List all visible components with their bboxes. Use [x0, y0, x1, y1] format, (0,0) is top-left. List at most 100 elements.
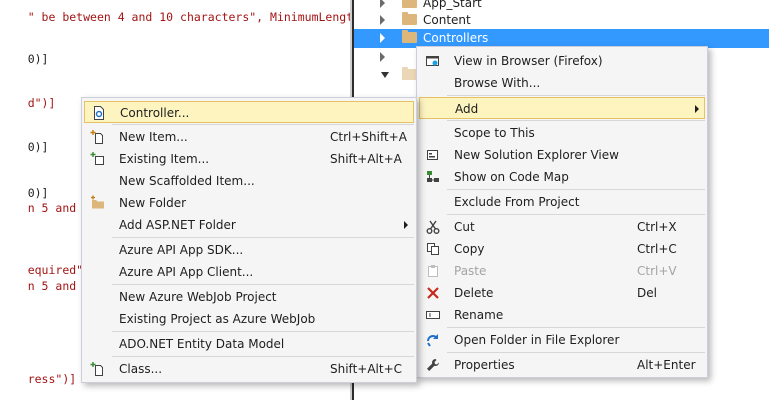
- menu-item-shortcut: Alt+Enter: [637, 358, 696, 372]
- code-string: d")]: [27, 96, 56, 110]
- menu-item-existing-item[interactable]: Existing Item... Shift+Alt+A: [84, 148, 414, 170]
- menu-item-label: Azure API App SDK...: [119, 243, 244, 257]
- class-icon: [90, 361, 106, 377]
- menu-item-show-on-code-map[interactable]: Show on Code Map: [419, 166, 705, 188]
- menu-separator: [112, 124, 414, 125]
- menu-item-label: Azure API App Client...: [119, 265, 254, 279]
- menu-item-azure-api-app-client[interactable]: Azure API App Client...: [84, 261, 414, 283]
- paste-icon: [425, 263, 441, 279]
- menu-item-delete[interactable]: Delete Del: [419, 282, 705, 304]
- menu-item-label: Existing Project as Azure WebJob: [119, 312, 316, 326]
- folder-icon: [402, 0, 417, 8]
- menu-item-browse-with[interactable]: Browse With...: [419, 72, 705, 94]
- menu-item-add[interactable]: Add: [419, 97, 705, 119]
- folder-icon: [402, 12, 417, 25]
- menu-item-label: Copy: [454, 242, 485, 256]
- code-line: 0)]: [0, 38, 49, 80]
- menu-item-view-in-browser[interactable]: View in Browser (Firefox): [419, 50, 705, 72]
- menu-item-label: Scope to This: [454, 126, 535, 140]
- menu-item-label: Cut: [454, 220, 475, 234]
- scissors-icon: [425, 219, 441, 235]
- code-text: 0)]: [27, 140, 49, 154]
- expand-arrow-icon[interactable]: [380, 15, 385, 25]
- menu-item-label: New Item...: [119, 130, 188, 144]
- delete-icon: [425, 285, 441, 301]
- folder-icon: [402, 67, 417, 80]
- menu-item-label: Add: [455, 102, 479, 116]
- menu-item-label: View in Browser (Firefox): [454, 54, 603, 68]
- wrench-icon: [425, 357, 441, 373]
- submenu-arrow-icon: [404, 221, 408, 229]
- menu-item-shortcut: Shift+Alt+C: [330, 362, 403, 376]
- menu-item-copy[interactable]: Copy Ctrl+C: [419, 238, 705, 260]
- tree-item-label: Controllers: [423, 31, 489, 45]
- new-view-icon: [425, 147, 441, 163]
- menu-item-properties[interactable]: Properties Alt+Enter: [419, 354, 705, 376]
- menu-item-shortcut: Ctrl+Shift+A: [330, 130, 407, 144]
- tree-item-content[interactable]: Content: [354, 11, 769, 30]
- menu-item-label: New Solution Explorer View: [454, 148, 619, 162]
- expand-arrow-icon[interactable]: [380, 0, 385, 8]
- menu-separator: [112, 284, 414, 285]
- menu-item-shortcut: Ctrl+V: [637, 264, 677, 278]
- folder-icon: [402, 30, 417, 43]
- code-line: d")]: [0, 82, 56, 124]
- menu-item-new-azure-webjob-project[interactable]: New Azure WebJob Project: [84, 286, 414, 308]
- new-folder-icon: [90, 195, 106, 211]
- menu-item-label: Controller...: [120, 106, 190, 120]
- menu-item-label: Open Folder in File Explorer: [454, 333, 620, 347]
- menu-item-ado-net-entity-data-model[interactable]: ADO.NET Entity Data Model: [84, 333, 414, 355]
- menu-separator: [447, 95, 705, 96]
- menu-separator: [447, 327, 705, 328]
- menu-separator: [112, 331, 414, 332]
- menu-item-new-item[interactable]: New Item... Ctrl+Shift+A: [84, 126, 414, 148]
- menu-item-shortcut: Shift+Alt+A: [330, 152, 402, 166]
- menu-item-label: Show on Code Map: [454, 170, 569, 184]
- menu-separator: [447, 352, 705, 353]
- menu-item-rename[interactable]: Rename: [419, 304, 705, 326]
- code-string: " be between 4 and 10 characters", Minim…: [27, 10, 350, 24]
- menu-item-open-folder-in-file-explorer[interactable]: Open Folder in File Explorer: [419, 329, 705, 351]
- menu-item-existing-project-as-azure-webjob[interactable]: Existing Project as Azure WebJob: [84, 308, 414, 330]
- new-item-icon: [90, 129, 106, 145]
- menu-item-shortcut: Del: [637, 286, 657, 300]
- menu-item-azure-api-app-sdk[interactable]: Azure API App SDK...: [84, 239, 414, 261]
- menu-item-new-solution-explorer-view[interactable]: New Solution Explorer View: [419, 144, 705, 166]
- menu-item-controller[interactable]: Controller...: [84, 101, 414, 123]
- menu-separator: [112, 237, 414, 238]
- existing-item-icon: [90, 151, 106, 167]
- menu-separator: [447, 120, 705, 121]
- menu-item-exclude-from-project[interactable]: Exclude From Project: [419, 191, 705, 213]
- menu-item-label: ADO.NET Entity Data Model: [119, 337, 285, 351]
- menu-item-paste[interactable]: Paste Ctrl+V: [419, 260, 705, 282]
- expand-arrow-icon[interactable]: [380, 52, 385, 62]
- menu-item-label: Existing Item...: [119, 152, 210, 166]
- menu-item-label: Delete: [454, 286, 494, 300]
- menu-item-label: New Azure WebJob Project: [119, 290, 277, 304]
- tree-item-label: App_Start: [423, 0, 482, 10]
- menu-item-scope-to-this[interactable]: Scope to This: [419, 122, 705, 144]
- context-menu: View in Browser (Firefox) Browse With...…: [416, 46, 708, 378]
- menu-item-label: Class...: [119, 362, 163, 376]
- menu-item-cut[interactable]: Cut Ctrl+X: [419, 216, 705, 238]
- browser-icon: [425, 53, 441, 69]
- refresh-folder-icon: [425, 332, 441, 348]
- menu-item-new-scaffolded-item[interactable]: New Scaffolded Item...: [84, 170, 414, 192]
- expand-arrow-icon[interactable]: [380, 33, 385, 43]
- add-submenu: Controller... New Item... Ctrl+Shift+A E…: [81, 97, 417, 383]
- menu-item-label: Paste: [454, 264, 487, 278]
- code-text: 0)]: [27, 52, 49, 66]
- menu-item-label: Add ASP.NET Folder: [119, 218, 236, 232]
- copy-icon: [425, 241, 441, 257]
- tree-item-label: Content: [423, 13, 471, 27]
- controller-icon: [91, 105, 107, 121]
- menu-item-label: New Folder: [119, 196, 187, 210]
- menu-item-label: Exclude From Project: [454, 195, 580, 209]
- menu-item-new-folder[interactable]: New Folder: [84, 192, 414, 214]
- menu-item-label: New Scaffolded Item...: [119, 174, 255, 188]
- menu-item-class[interactable]: Class... Shift+Alt+C: [84, 358, 414, 380]
- collapse-arrow-icon[interactable]: [381, 72, 389, 78]
- code-line: 0)]: [0, 126, 49, 168]
- menu-item-add-asp-net-folder[interactable]: Add ASP.NET Folder: [84, 214, 414, 236]
- code-map-icon: [425, 169, 441, 185]
